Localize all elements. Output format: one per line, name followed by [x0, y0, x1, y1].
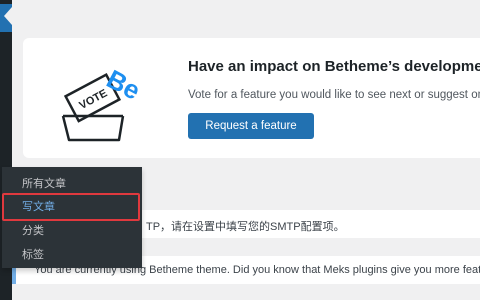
vote-logo-icon: VOTE Be — [61, 64, 145, 142]
sidebar-pointer-arrow — [4, 7, 12, 25]
submenu-item-tags[interactable]: 标签 — [2, 243, 142, 267]
promo-description: Vote for a feature you would like to see… — [188, 89, 480, 101]
promo-card: VOTE Be Have an impact on Betheme’s deve… — [23, 38, 480, 158]
smtp-notice-text: TP，请在设置中填写您的SMTP配置项。 — [146, 221, 345, 233]
request-feature-button[interactable]: Request a feature — [188, 113, 314, 139]
promo-title: Have an impact on Betheme’s development — [188, 58, 480, 75]
submenu-item-categories[interactable]: 分类 — [2, 219, 142, 243]
highlight-box — [2, 193, 140, 221]
